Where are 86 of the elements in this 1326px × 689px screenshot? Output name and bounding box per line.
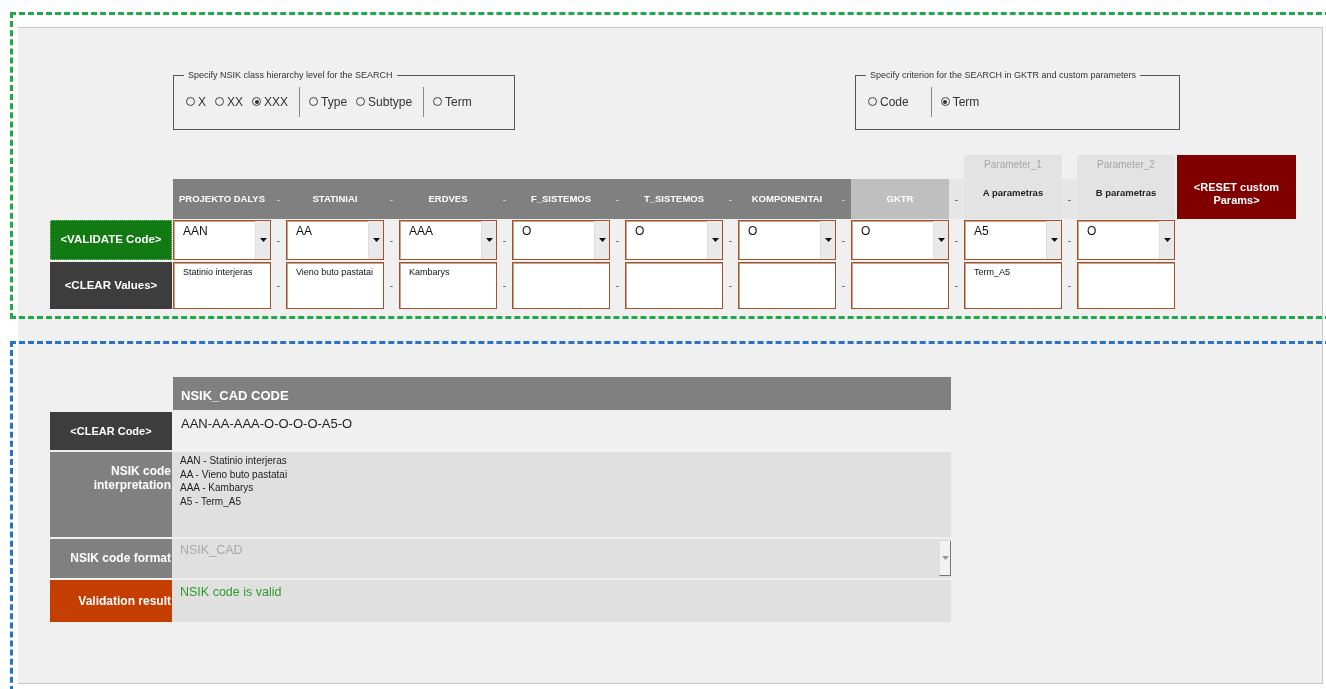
- column-header: PROJEKTO DALYS: [173, 179, 271, 219]
- clear-values-button[interactable]: <CLEAR Values>: [50, 262, 172, 309]
- validation-label: Validation result: [50, 580, 172, 622]
- group-legend: Specify NSIK class hierarchy level for the SEARCH: [184, 71, 397, 80]
- caret-icon: [824, 238, 832, 242]
- separator-dash: -: [275, 279, 282, 293]
- separator-dash: -: [275, 233, 282, 248]
- separator-dash: -: [610, 179, 625, 219]
- column-header: F_SISTEMOS: [512, 179, 610, 219]
- caret-icon: [1050, 238, 1058, 242]
- separator-dash: -: [836, 179, 851, 219]
- caret-icon: [941, 556, 949, 560]
- clear-code-button[interactable]: <CLEAR Code>: [50, 412, 172, 450]
- term-field[interactable]: Statinio interjeras: [173, 262, 271, 309]
- separator-dash: -: [1066, 233, 1073, 248]
- separator-dash: -: [501, 279, 508, 293]
- column-header: ERDVES: [399, 179, 497, 219]
- group-legend: Specify criterion for the SEARCH in GKTR and custom parameters: [866, 71, 1141, 80]
- interpretation-label: NSIK code interpretation: [50, 452, 172, 537]
- term-field[interactable]: [738, 262, 836, 309]
- column-header: T_SISTEMOS: [625, 179, 723, 219]
- code-dropdown[interactable]: O: [625, 220, 723, 260]
- caret-icon: [372, 238, 380, 242]
- term-field[interactable]: Kambarys: [399, 262, 497, 309]
- format-label: NSIK code format: [50, 539, 172, 578]
- separator-dash: -: [384, 179, 399, 219]
- validate-button[interactable]: <VALIDATE Code>: [50, 220, 172, 260]
- term-field[interactable]: [512, 262, 610, 309]
- code-dropdown[interactable]: O: [851, 220, 949, 260]
- caret-icon: [485, 238, 493, 242]
- code-dropdown[interactable]: O: [738, 220, 836, 260]
- code-dropdown[interactable]: AAN: [173, 220, 271, 260]
- separator-dash: -: [727, 233, 734, 248]
- caret-icon: [937, 238, 945, 242]
- caret-icon: [259, 238, 267, 242]
- code-dropdown[interactable]: A5: [964, 220, 1062, 260]
- separator-dash: -: [497, 179, 512, 219]
- code-dropdown[interactable]: AAA: [399, 220, 497, 260]
- radio-option[interactable]: Term: [433, 92, 472, 111]
- radio-option[interactable]: Code: [868, 92, 909, 111]
- separator-dash: -: [388, 233, 395, 248]
- term-field[interactable]: [851, 262, 949, 309]
- separator-dash: -: [840, 233, 847, 248]
- reset-params-button[interactable]: <RESET custom Params>: [1177, 155, 1296, 219]
- radio-option[interactable]: XX: [215, 92, 244, 111]
- term-field[interactable]: Term_A5: [964, 262, 1062, 309]
- column-header: STATINIAI: [286, 179, 384, 219]
- parameter-title: B parametras: [1095, 186, 1157, 200]
- code-dropdown[interactable]: AA: [286, 220, 384, 260]
- radio-option[interactable]: Type: [309, 92, 348, 111]
- caret-icon: [1163, 238, 1171, 242]
- radio-option[interactable]: Subtype: [356, 92, 413, 111]
- separator-dash: -: [727, 279, 734, 293]
- term-field[interactable]: [1077, 262, 1175, 309]
- separator-dash: -: [614, 279, 621, 293]
- validation-message: NSIK code is valid: [172, 580, 951, 622]
- interpretation-line: A5 - Term_A5: [180, 494, 241, 508]
- parameter-title: A parametras: [982, 186, 1044, 200]
- interpretation-line: AAN - Statinio interjeras: [180, 454, 287, 468]
- parameter-name: Parameter_2: [1097, 158, 1155, 172]
- column-header: KOMPONENTAI: [738, 179, 836, 219]
- code-dropdown[interactable]: O: [1077, 220, 1175, 260]
- separator-dash: -: [1066, 279, 1073, 293]
- separator-dash: -: [953, 279, 960, 293]
- separator-dash: -: [949, 179, 964, 219]
- separator-dash: -: [723, 179, 738, 219]
- radio-option[interactable]: XXX: [252, 92, 289, 111]
- interpretation-line: AAA - Kambarys: [180, 481, 254, 495]
- caret-icon: [598, 238, 606, 242]
- code-dropdown[interactable]: O: [512, 220, 610, 260]
- separator-dash: -: [614, 233, 621, 248]
- parameter-name: Parameter_1: [984, 158, 1042, 172]
- separator-dash: -: [501, 233, 508, 248]
- interpretation-line: AA - Vieno buto pastatai: [180, 467, 288, 481]
- column-header: GKTR: [851, 179, 949, 219]
- caret-icon: [711, 238, 719, 242]
- term-field[interactable]: [625, 262, 723, 309]
- separator-dash: -: [388, 279, 395, 293]
- separator-dash: -: [271, 179, 286, 219]
- code-header: NSIK_CAD CODE: [173, 377, 951, 410]
- separator-dash: -: [840, 279, 847, 293]
- radio-option[interactable]: Term: [940, 92, 980, 111]
- separator-dash: -: [953, 233, 960, 248]
- radio-option[interactable]: X: [186, 92, 206, 111]
- term-field[interactable]: Vieno buto pastatai: [286, 262, 384, 309]
- separator-dash: -: [1062, 179, 1077, 219]
